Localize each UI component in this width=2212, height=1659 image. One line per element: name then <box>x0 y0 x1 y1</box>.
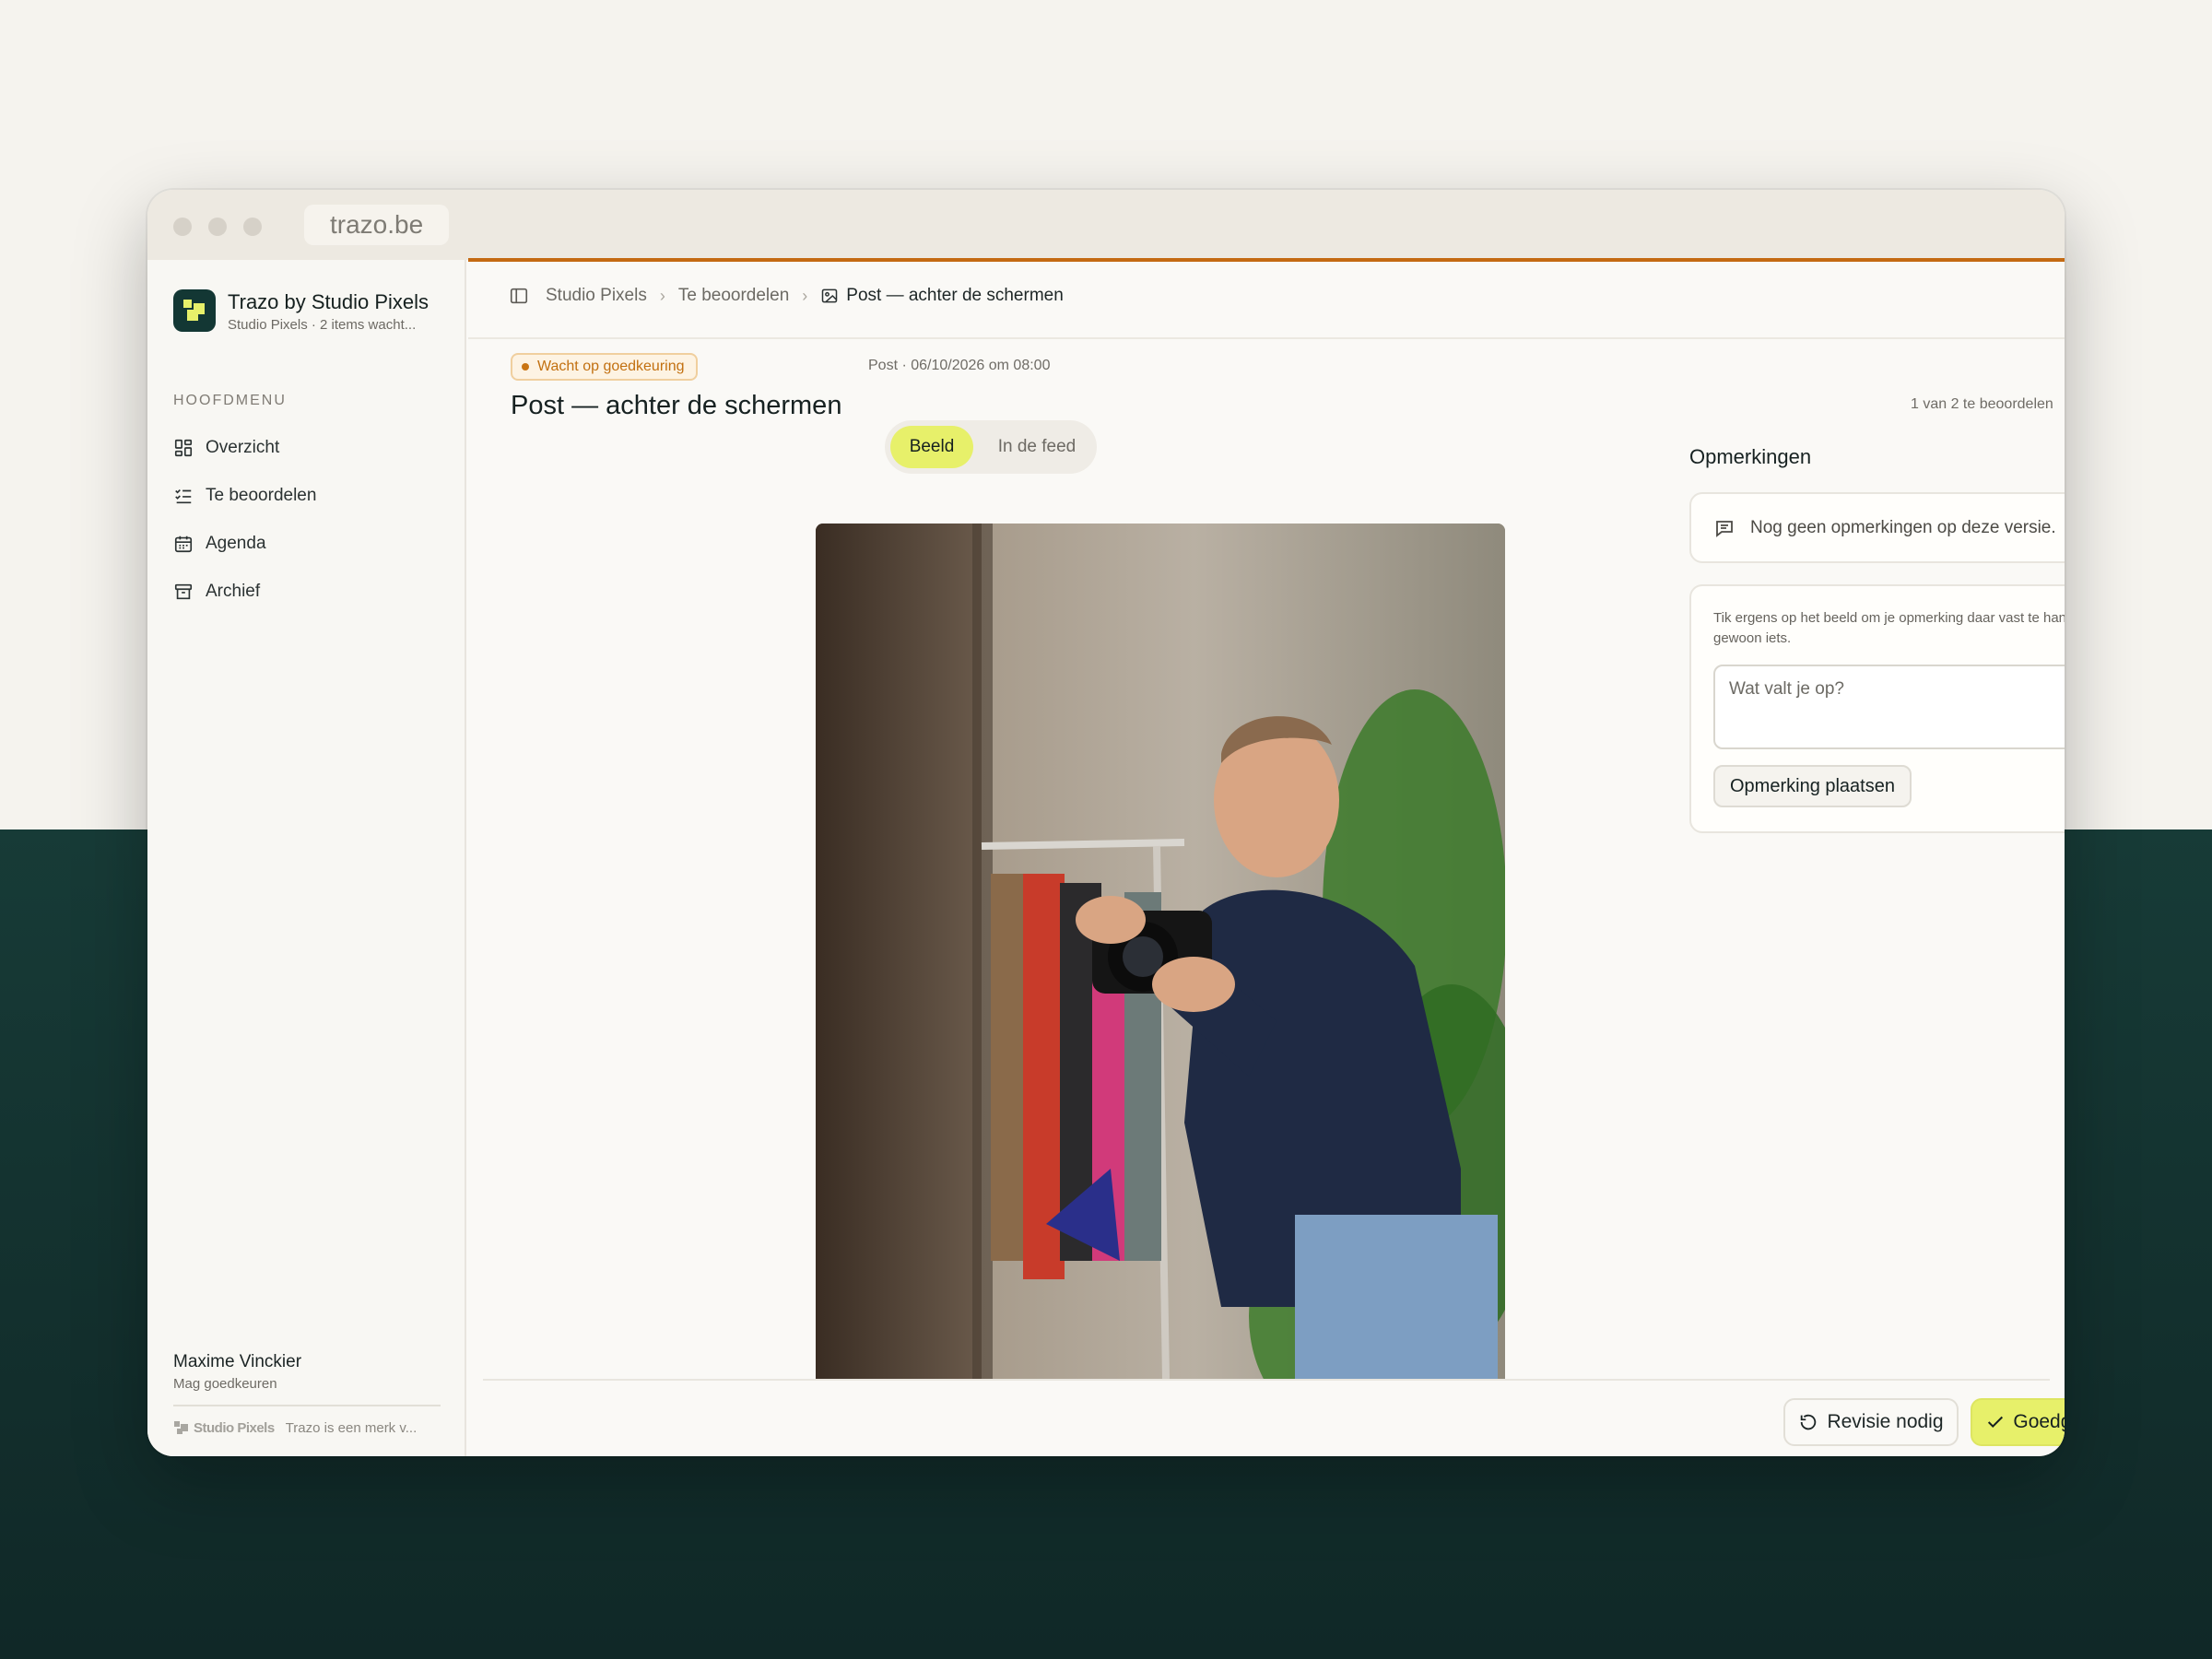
review-counter: 1 van 2 te beoordelen <box>1911 396 2053 412</box>
post-meta: Post · 06/10/2026 om 08:00 <box>868 358 1051 373</box>
breadcrumb-current: Post — achter de schermen <box>820 286 1064 306</box>
browser-titlebar: trazo.be <box>147 190 2065 260</box>
revision-label: Revisie nodig <box>1827 1411 1944 1432</box>
sidebar-item-label: Archief <box>206 582 261 601</box>
top-bar: Studio Pixels › Te beoordelen › Post — a… <box>468 260 2065 339</box>
sidebar-item-label: Te beoordelen <box>206 486 317 505</box>
action-bar-divider <box>483 1379 2050 1381</box>
minimize-window-dot[interactable] <box>208 218 227 236</box>
breadcrumb: Studio Pixels › Te beoordelen › Post — a… <box>509 286 1064 306</box>
comment-input[interactable]: Wat valt je op? <box>1713 665 2065 749</box>
archive-icon <box>174 583 193 600</box>
chevron-right-icon: › <box>802 286 808 305</box>
brand-title[interactable]: Trazo by Studio Pixels <box>228 290 429 314</box>
revision-needed-button[interactable]: Revisie nodig <box>1783 1398 1959 1446</box>
rotate-icon <box>1801 1414 1817 1430</box>
comments-empty-text: Nog geen opmerkingen op deze versie. <box>1750 517 2056 537</box>
sidebar-item-overzicht[interactable]: Overzicht <box>173 431 279 465</box>
maximize-window-dot[interactable] <box>243 218 262 236</box>
studio-pixels-logo-icon <box>173 1419 190 1436</box>
post-comment-button[interactable]: Opmerking plaatsen <box>1713 765 1912 807</box>
status-label: Wacht op goedkeuring <box>537 359 685 374</box>
breadcrumb-studio-pixels[interactable]: Studio Pixels <box>546 286 647 306</box>
dashboard-icon <box>174 439 193 457</box>
breadcrumb-current-label: Post — achter de schermen <box>846 286 1064 305</box>
user-name[interactable]: Maxime Vinckier <box>173 1352 301 1372</box>
sidebar-item-agenda[interactable]: Agenda <box>173 527 266 560</box>
sidebar-item-archief[interactable]: Archief <box>173 575 260 608</box>
footer-brand-name: Studio Pixels <box>194 1419 275 1436</box>
approve-button[interactable]: Goedgekeurd <box>1971 1398 2065 1446</box>
calendar-icon <box>174 535 193 553</box>
tab-in-de-feed[interactable]: In de feed <box>986 426 1088 468</box>
comment-form: Tik ergens op het beeld om je opmerking … <box>1689 584 2065 833</box>
page-title: Post — achter de schermen <box>511 391 842 420</box>
sidebar-toggle-icon[interactable] <box>509 286 529 306</box>
status-badge: Wacht op goedkeuring <box>511 353 698 381</box>
sidebar: Trazo by Studio Pixels Studio Pixels · 2… <box>147 260 466 1456</box>
sidebar-item-label: Overzicht <box>206 438 280 457</box>
comments-empty-state: Nog geen opmerkingen op deze versie. <box>1689 492 2065 563</box>
main-content: Studio Pixels › Te beoordelen › Post — a… <box>468 260 2065 1456</box>
chevron-right-icon: › <box>659 286 665 305</box>
breadcrumb-te-beoordelen[interactable]: Te beoordelen <box>678 286 789 306</box>
check-icon <box>1988 1416 2004 1429</box>
comment-placeholder: Wat valt je op? <box>1729 679 1844 699</box>
user-role: Mag goedkeuren <box>173 1376 277 1392</box>
post-image[interactable] <box>816 524 1505 1379</box>
brand-logo <box>173 289 216 332</box>
browser-window: trazo.be Trazo by Studio Pixels Studio P… <box>147 190 2065 1456</box>
brand-subtitle: Studio Pixels · 2 items wacht... <box>228 317 417 333</box>
sidebar-item-label: Agenda <box>206 534 266 553</box>
status-dot-icon <box>522 363 529 371</box>
checklist-icon <box>175 488 192 504</box>
address-bar[interactable]: trazo.be <box>304 205 450 245</box>
approve-label: Goedgekeurd <box>2013 1411 2065 1432</box>
close-window-dot[interactable] <box>173 218 192 236</box>
comment-hint: Tik ergens op het beeld om je opmerking … <box>1713 610 2065 646</box>
menu-heading: HOOFDMENU <box>173 393 287 408</box>
image-icon <box>822 288 838 303</box>
view-toggle: Beeld In de feed <box>885 420 1097 474</box>
photographer-photo <box>816 524 1505 1379</box>
message-icon <box>1716 520 1733 537</box>
footer-note: Trazo is een merk v... <box>285 1419 418 1436</box>
sidebar-divider <box>173 1405 441 1406</box>
tab-beeld[interactable]: Beeld <box>890 426 973 468</box>
comments-title: Opmerkingen <box>1689 445 1812 468</box>
sidebar-item-te-beoordelen[interactable]: Te beoordelen <box>173 479 316 512</box>
sidebar-footer: Studio Pixels Trazo is een merk v... <box>173 1419 417 1436</box>
